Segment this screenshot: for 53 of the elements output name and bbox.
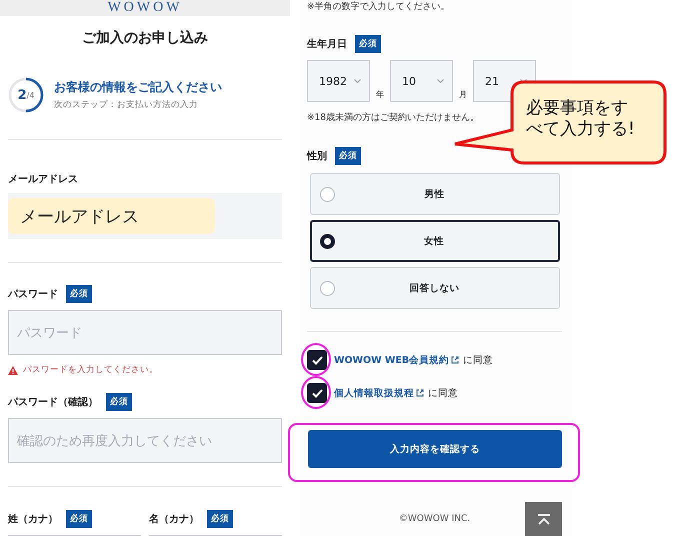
chevron-down-icon bbox=[354, 79, 361, 83]
scroll-top-button[interactable] bbox=[525, 502, 562, 536]
email-field[interactable]: メールアドレス bbox=[8, 193, 282, 239]
date-select[interactable]: 1982 bbox=[307, 60, 370, 102]
field-label: 姓（カナ） bbox=[8, 512, 58, 526]
external-link-icon bbox=[416, 389, 424, 397]
check-icon bbox=[312, 388, 322, 398]
copyright-text: ©WOWOW INC. bbox=[398, 514, 472, 524]
radio-icon bbox=[320, 280, 335, 296]
annotation-note: メールアドレス bbox=[8, 198, 215, 234]
required-badge: 必須 bbox=[335, 147, 361, 165]
field-label: 性別 bbox=[307, 150, 327, 163]
checkbox[interactable] bbox=[307, 383, 327, 403]
check-icon bbox=[312, 356, 322, 364]
terms-link[interactable]: WOWOW WEB会員規約 bbox=[334, 354, 460, 366]
confirm-button[interactable]: 入力内容を確認する bbox=[308, 430, 562, 468]
required-badge: 必須 bbox=[355, 35, 381, 53]
arrow-up-icon bbox=[536, 514, 550, 524]
unit-label: 月 bbox=[458, 89, 468, 101]
chevron-down-icon bbox=[437, 79, 444, 83]
field-label: パスワード（確認） bbox=[8, 396, 98, 409]
agree-text: に同意 bbox=[463, 354, 494, 366]
error-message: パスワードを入力してください。 bbox=[23, 364, 158, 376]
required-badge: 必須 bbox=[106, 393, 132, 411]
checkbox[interactable] bbox=[307, 350, 327, 370]
placeholder: 確認のため再度入力してください bbox=[17, 432, 212, 450]
date-select[interactable]: 10 bbox=[390, 60, 453, 102]
external-link-icon bbox=[451, 356, 460, 364]
page-title: ご加入のお申し込み bbox=[81, 29, 209, 47]
gender-option[interactable]: 女性 bbox=[310, 220, 560, 262]
logo[interactable]: WOWOW bbox=[108, 0, 182, 16]
warning-icon bbox=[8, 366, 18, 374]
field-label: 生年月日 bbox=[307, 38, 347, 51]
hint-text: ※半角の数字で入力してください。 bbox=[307, 0, 451, 13]
terms-link[interactable]: 個人情報取扱規程 bbox=[334, 386, 424, 400]
required-badge: 必須 bbox=[66, 285, 92, 303]
field-label: パスワード bbox=[8, 288, 58, 301]
step-total: /4 bbox=[26, 90, 34, 100]
field-label: 名（カナ） bbox=[149, 512, 199, 526]
gender-option[interactable]: 回答しない bbox=[310, 267, 560, 309]
next-step-text: 次のステップ：お支払い方法の入力 bbox=[54, 99, 199, 111]
age-note: ※18歳未満の方はご契約いただけません。 bbox=[307, 112, 479, 124]
unit-label: 年 bbox=[375, 89, 385, 101]
gender-option[interactable]: 男性 bbox=[310, 173, 560, 215]
radio-icon bbox=[320, 186, 335, 202]
step-number: 2 bbox=[18, 88, 27, 102]
step-title: お客様の情報をご記入ください bbox=[54, 79, 222, 96]
required-badge: 必須 bbox=[207, 510, 233, 528]
required-badge: 必須 bbox=[66, 510, 92, 528]
placeholder: パスワード bbox=[17, 324, 82, 342]
agree-text: に同意 bbox=[428, 386, 458, 400]
radio-icon bbox=[320, 234, 335, 248]
field-label: メールアドレス bbox=[8, 173, 78, 186]
